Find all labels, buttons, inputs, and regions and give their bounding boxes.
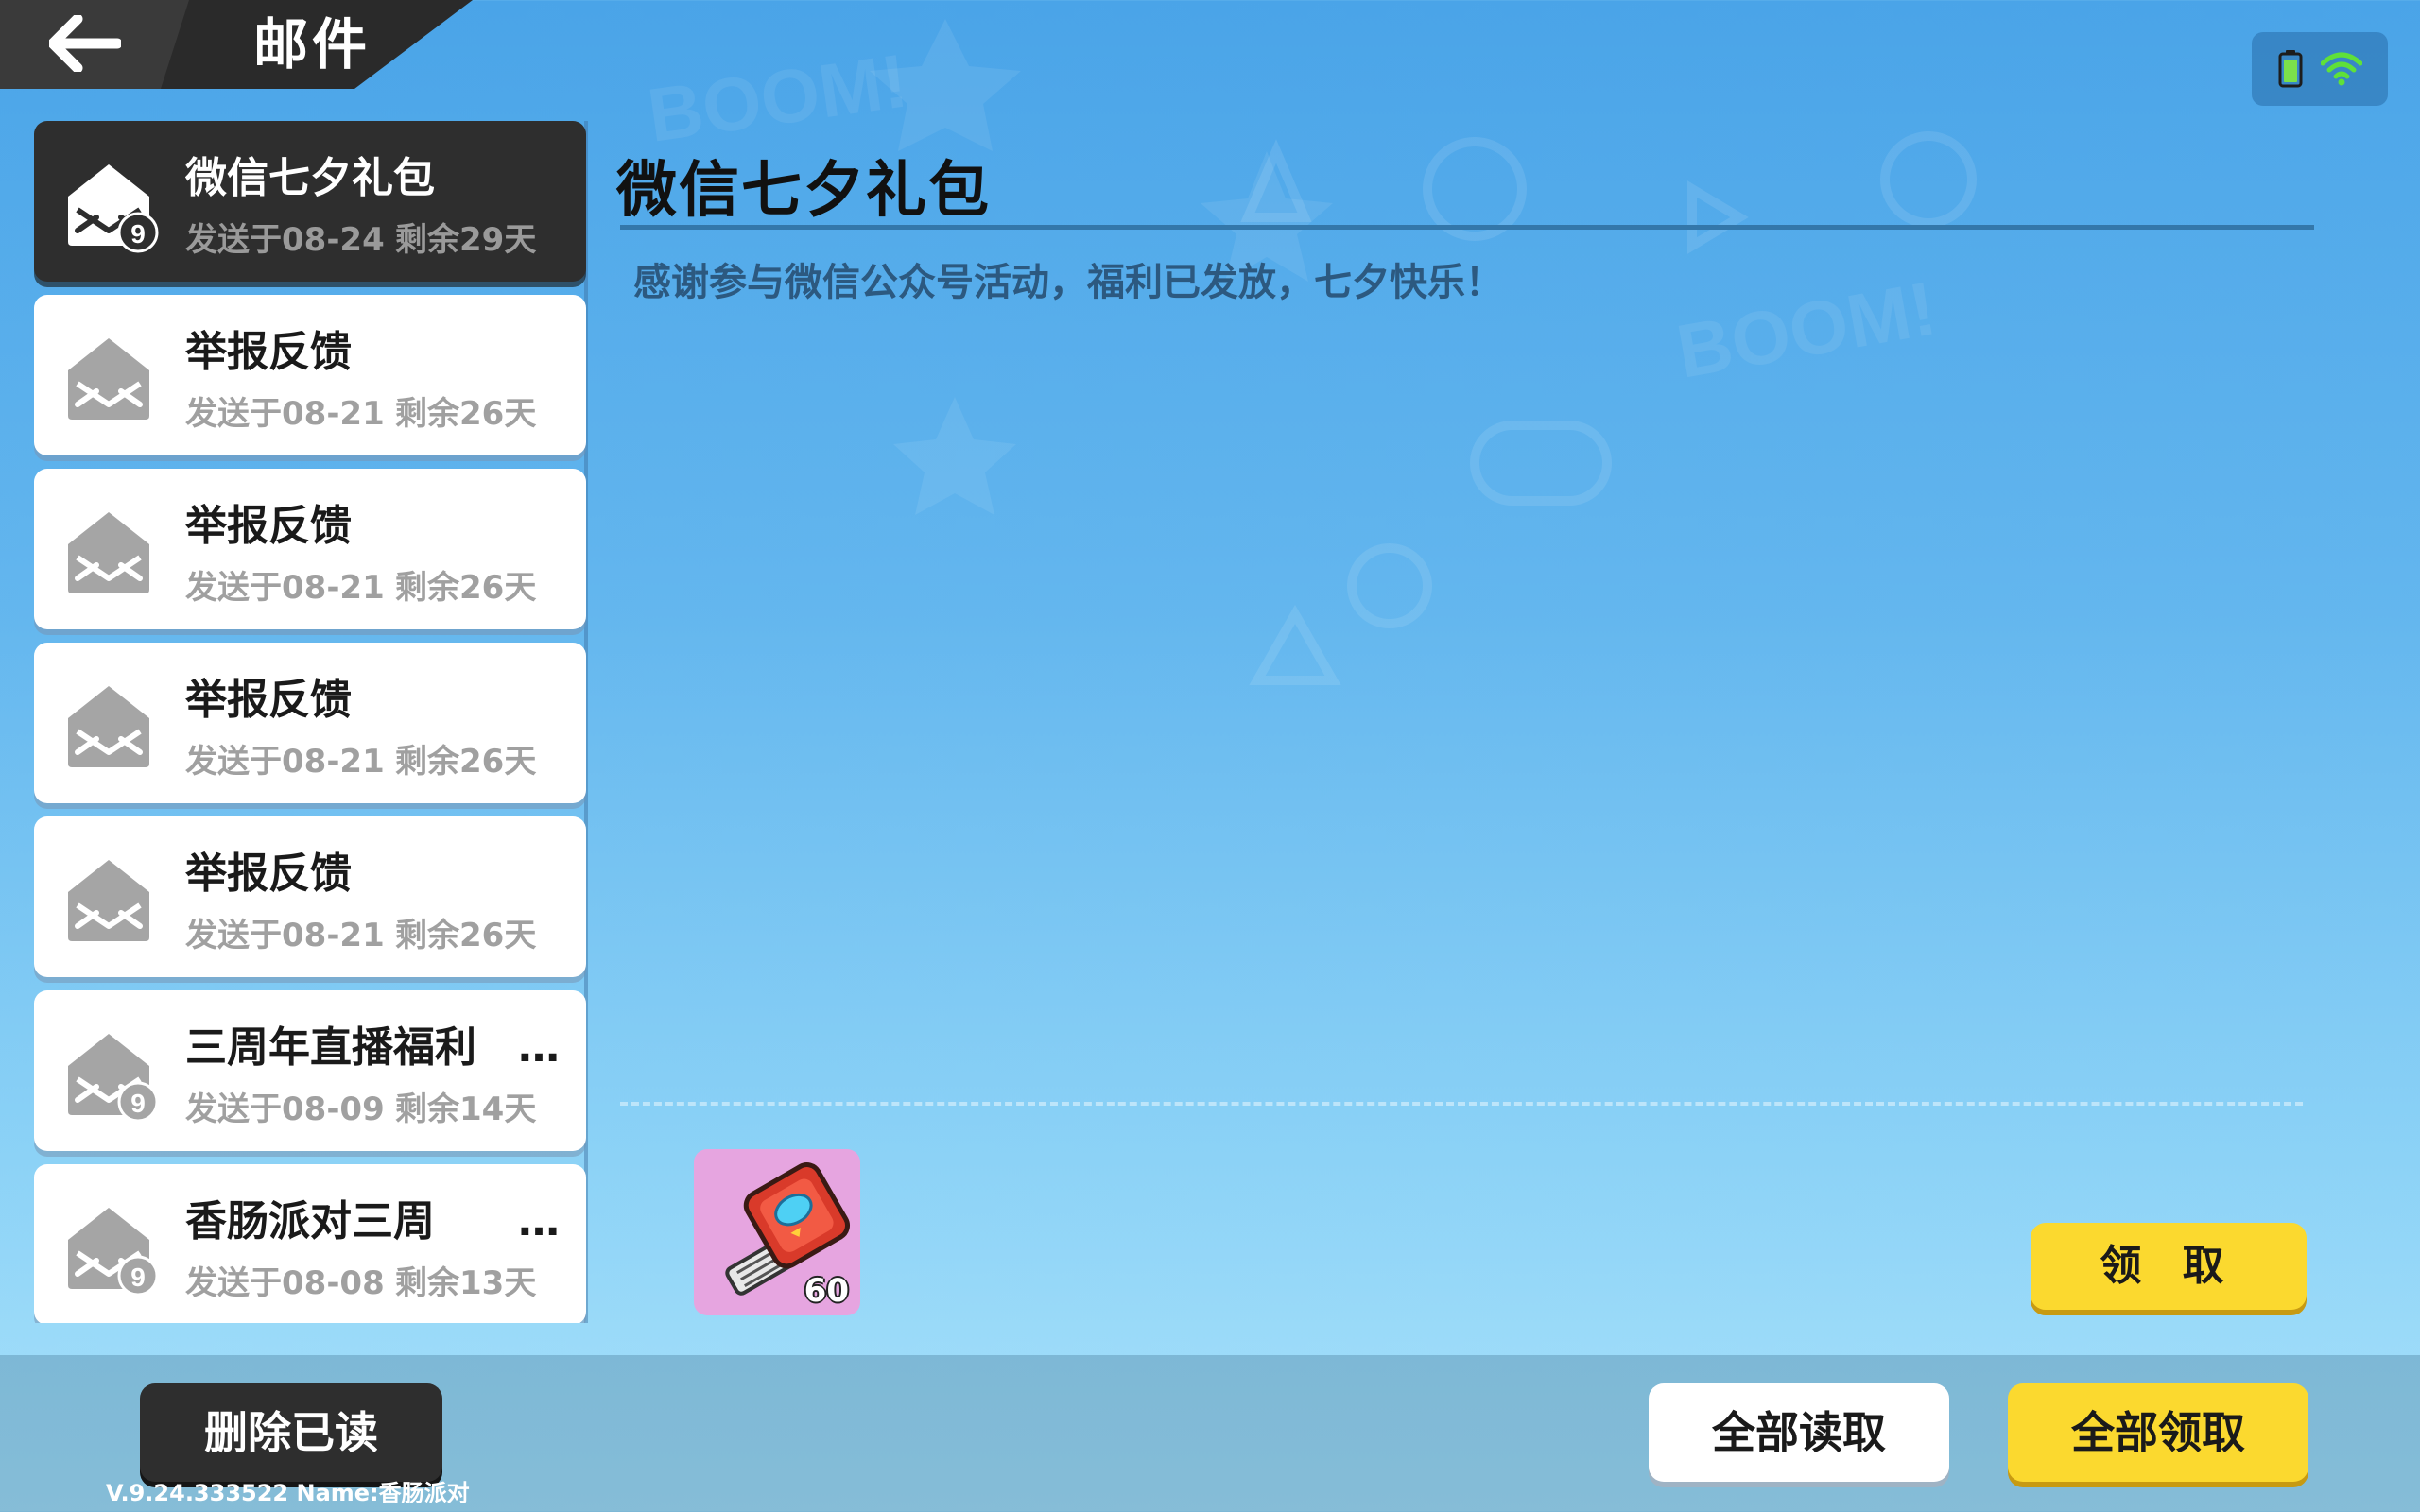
back-arrow-icon <box>49 15 121 72</box>
read-all-button[interactable]: 全部读取 <box>1649 1383 1949 1482</box>
mail-item-report-feedback[interactable]: 举报反馈 发送于08-21 剩余26天 <box>34 643 586 803</box>
mail-days-remaining: 剩余26天 <box>395 569 537 607</box>
mail-sent-date: 发送于08-08 <box>185 1264 385 1302</box>
mail-sent-date: 发送于08-21 <box>185 395 385 433</box>
open-envelope-icon <box>68 338 149 420</box>
svg-text:BOOM!: BOOM! <box>1670 266 1942 393</box>
mail-sent-date: 发送于08-21 <box>185 743 385 781</box>
mail-title: 香肠派对三周 … <box>185 1197 560 1246</box>
mail-title: 举报反馈 <box>185 850 352 898</box>
attachment-divider <box>620 1102 2303 1106</box>
mail-title: 举报反馈 <box>185 502 352 550</box>
title-divider <box>620 225 2314 230</box>
mail-title: 三周年直播福利 … <box>185 1023 560 1072</box>
svg-text:9: 9 <box>130 219 146 249</box>
claim-button[interactable]: 领 取 <box>2031 1223 2307 1310</box>
mail-days-remaining: 剩余26天 <box>395 917 537 954</box>
mail-item-report-feedback[interactable]: 举报反馈 发送于08-21 剩余26天 <box>34 816 586 977</box>
mail-sent-date: 发送于08-21 <box>185 917 385 954</box>
reward-count: 60 <box>804 1272 849 1310</box>
mail-days-remaining: 剩余14天 <box>395 1091 537 1128</box>
open-envelope-icon <box>68 512 149 593</box>
mail-item-report-feedback[interactable]: 举报反馈 发送于08-21 剩余26天 <box>34 469 586 629</box>
mail-list[interactable]: 9 微信七夕礼包 发送于08-24 剩余29天 举报反馈 发送于08-21 剩余… <box>34 121 586 1323</box>
open-envelope-icon: 9 <box>68 1034 159 1123</box>
status-panel <box>2252 32 2388 106</box>
mail-sent-date: 发送于08-21 <box>185 569 385 607</box>
mail-item-anniversary-live[interactable]: 9 三周年直播福利 … 发送于08-09 剩余14天 <box>34 990 586 1151</box>
claim-all-button[interactable]: 全部领取 <box>2008 1383 2308 1482</box>
mail-title: 微信七夕礼包 <box>185 154 435 202</box>
mail-sent-date: 发送于08-24 <box>185 221 385 259</box>
back-button[interactable] <box>38 8 132 79</box>
mail-days-remaining: 剩余13天 <box>395 1264 537 1302</box>
mail-item-weixin-qixi[interactable]: 9 微信七夕礼包 发送于08-24 剩余29天 <box>34 121 586 282</box>
page-title: 邮件 <box>253 12 372 77</box>
delete-read-button[interactable]: 删除已读 <box>140 1383 442 1482</box>
mail-detail-title: 微信七夕礼包 <box>616 156 991 226</box>
wifi-icon <box>2320 52 2362 86</box>
reward-item[interactable]: 60 <box>694 1149 860 1315</box>
mail-title: 举报反馈 <box>185 328 352 376</box>
mail-days-remaining: 剩余29天 <box>395 221 537 259</box>
mail-detail-body: 感谢参与微信公众号活动，福利已发放，七夕快乐！ <box>633 261 1503 304</box>
mail-item-report-feedback[interactable]: 举报反馈 发送于08-21 剩余26天 <box>34 295 586 455</box>
mail-days-remaining: 剩余26天 <box>395 395 537 433</box>
open-envelope-icon <box>68 860 149 941</box>
open-envelope-icon: 9 <box>68 1208 159 1297</box>
svg-text:9: 9 <box>130 1089 146 1118</box>
svg-text:9: 9 <box>130 1263 146 1292</box>
open-envelope-icon <box>68 686 149 767</box>
battery-icon <box>2278 50 2302 88</box>
svg-text:BOOM!: BOOM! <box>643 38 912 157</box>
mail-days-remaining: 剩余26天 <box>395 743 537 781</box>
mail-title: 举报反馈 <box>185 676 352 724</box>
mail-item-sausage-party-anniversary[interactable]: 9 香肠派对三周 … 发送于08-08 剩余13天 <box>34 1164 586 1323</box>
version-label: V.9.24.333522 Name:香肠派对 <box>106 1480 470 1506</box>
mail-sent-date: 发送于08-09 <box>185 1091 385 1128</box>
open-envelope-icon: 9 <box>68 164 159 253</box>
